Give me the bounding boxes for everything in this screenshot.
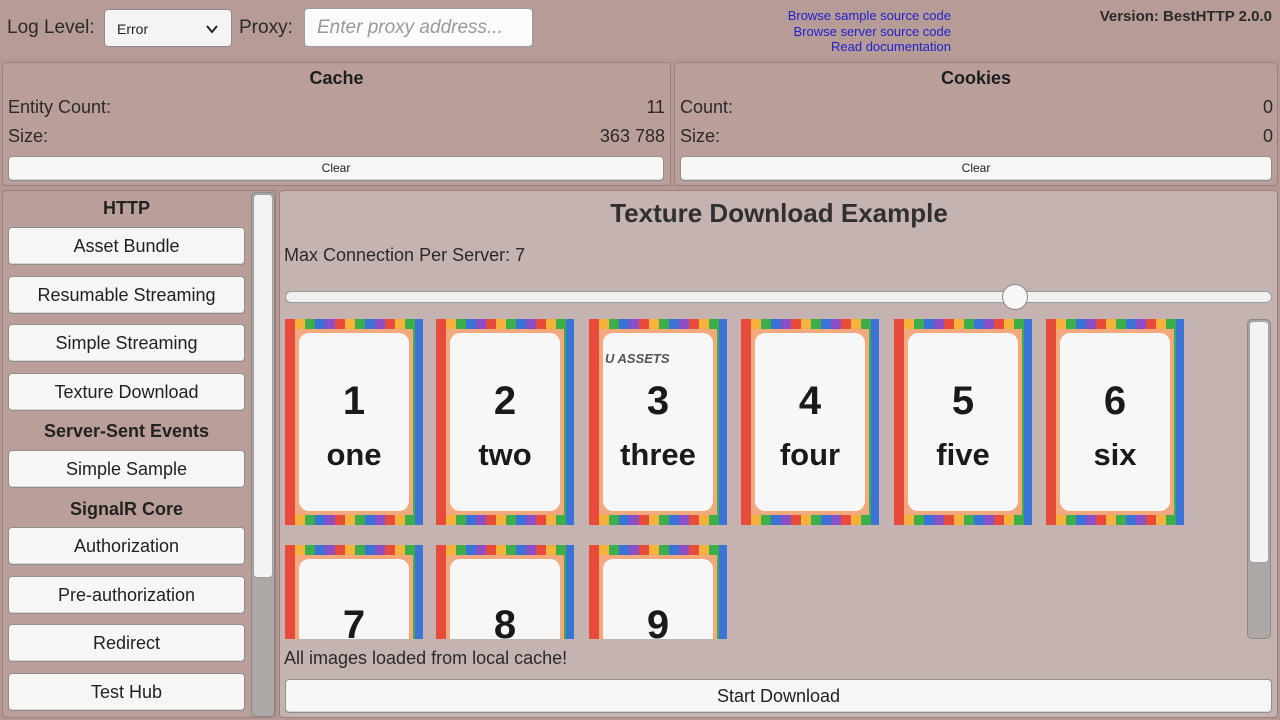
cookies-clear-button[interactable]: Clear (680, 156, 1272, 181)
texture-card: 9 (589, 545, 727, 639)
texture-card: 7 (285, 545, 423, 639)
card-number: 1 (342, 379, 366, 423)
texture-card: 1 one (285, 319, 423, 525)
card-word: four (779, 437, 841, 472)
card-number: 9 (646, 603, 670, 639)
sidebar-item-texture-download[interactable]: Texture Download (8, 373, 245, 411)
cache-clear-button[interactable]: Clear (8, 156, 664, 181)
proxy-input[interactable] (304, 8, 533, 47)
start-download-button[interactable]: Start Download (285, 679, 1272, 713)
card-number: 2 (493, 379, 517, 423)
card-word: three (620, 437, 696, 472)
section-title-signalr-core: SignalR Core (69, 499, 184, 519)
sidebar-item-resumable-streaming[interactable]: Resumable Streaming (8, 276, 245, 314)
gallery-scroll-thumb[interactable] (1249, 321, 1269, 563)
cache-size-value: 363 788 (599, 126, 665, 146)
card-watermark: U ASSETS (605, 351, 670, 366)
card-word: one (326, 437, 382, 472)
cookies-title: Cookies (940, 68, 1012, 88)
browse-server-source-link[interactable]: Browse server source code (793, 24, 951, 39)
sidebar-item-redirect[interactable]: Redirect (8, 624, 245, 662)
card-number: 4 (798, 379, 822, 423)
max-connection-slider[interactable] (285, 291, 1272, 303)
texture-card: U ASSETS 3 three (589, 319, 727, 525)
max-connection-value: 7 (515, 245, 526, 265)
max-connection-label: Max Connection Per Server: 7 (284, 245, 526, 265)
card-word: five (936, 437, 990, 472)
status-message: All images loaded from local cache! (284, 648, 568, 668)
card-number: 7 (342, 603, 366, 639)
log-level-value: Error (117, 21, 149, 37)
log-level-label: Log Level: (7, 17, 95, 38)
cookies-count-value: 0 (1262, 97, 1273, 117)
sidebar-item-simple-streaming[interactable]: Simple Streaming (8, 324, 245, 362)
card-number: 5 (951, 379, 975, 423)
sidebar-item-authorization[interactable]: Authorization (8, 527, 245, 565)
texture-gallery: 1 one 2 two U ASSETS 3 three 4 four 5 five 6 si… (285, 319, 1245, 639)
read-documentation-link[interactable]: Read documentation (831, 39, 951, 54)
sidebar-scroll-thumb[interactable] (253, 194, 273, 578)
texture-card: 4 four (741, 319, 879, 525)
sidebar-scrollbar[interactable] (251, 192, 275, 717)
cookies-size-label: Size: (680, 126, 721, 146)
log-level-select[interactable]: Error (104, 9, 232, 47)
browse-sample-source-link[interactable]: Browse sample source code (788, 8, 951, 23)
card-word: six (1093, 437, 1137, 472)
sidebar-item-pre-authorization[interactable]: Pre-authorization (8, 576, 245, 614)
cache-entity-count-value: 11 (646, 97, 665, 117)
card-number: 6 (1103, 379, 1127, 423)
version-label: Version: BestHTTP 2.0.0 (1099, 8, 1272, 25)
texture-card: 6 six (1046, 319, 1184, 525)
texture-card: 8 (436, 545, 574, 639)
section-title-server-sent-events: Server-Sent Events (43, 421, 210, 441)
card-number: 8 (493, 603, 517, 639)
cookies-size-value: 0 (1262, 126, 1273, 146)
cache-entity-count-label: Entity Count: (8, 97, 112, 117)
proxy-label: Proxy: (239, 17, 293, 38)
card-word: two (478, 437, 532, 472)
page-title: Texture Download Example (610, 198, 948, 228)
cookies-count-label: Count: (680, 97, 734, 117)
section-title-http: HTTP (103, 198, 150, 218)
sidebar-item-simple-sample[interactable]: Simple Sample (8, 450, 245, 488)
sidebar-item-asset-bundle[interactable]: Asset Bundle (8, 227, 245, 265)
cache-size-label: Size: (8, 126, 49, 146)
chevron-down-icon (206, 25, 218, 34)
texture-card: 5 five (894, 319, 1032, 525)
cache-title: Cache (309, 68, 364, 88)
sidebar-item-test-hub[interactable]: Test Hub (8, 673, 245, 711)
card-number: 3 (646, 379, 670, 423)
texture-card: 2 two (436, 319, 574, 525)
gallery-scrollbar[interactable] (1247, 319, 1271, 639)
